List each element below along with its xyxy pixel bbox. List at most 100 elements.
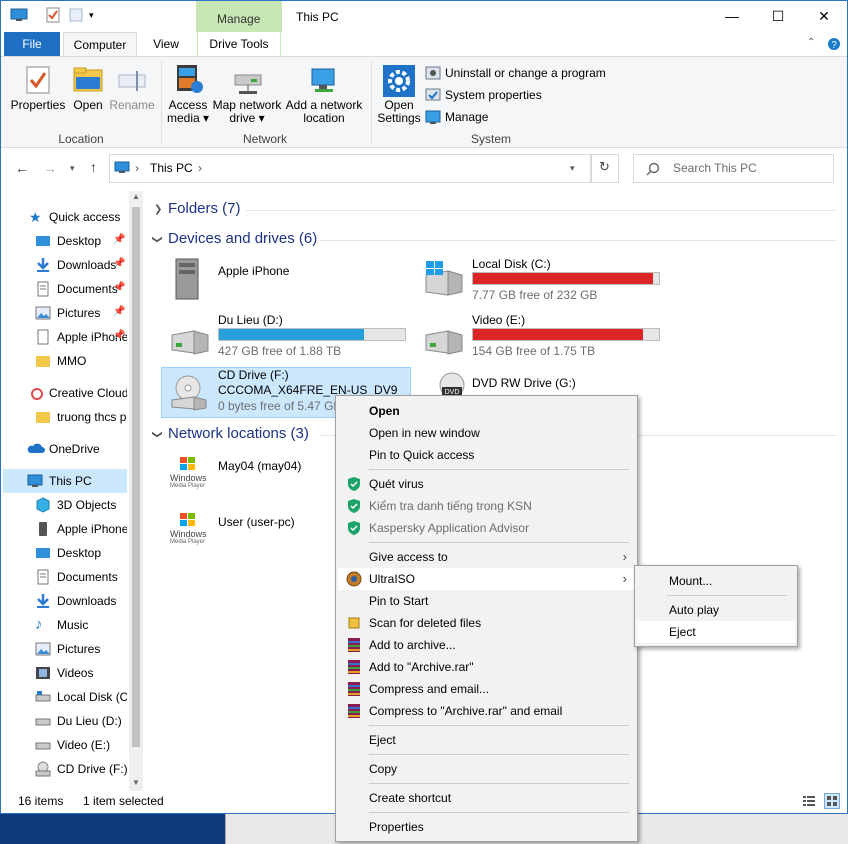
nav-creative-cloud[interactable]: Creative Cloud Files xyxy=(1,381,127,405)
drive-apple-iphone[interactable]: Apple iPhone xyxy=(166,255,406,307)
scroll-down-icon[interactable]: ▼ xyxy=(132,779,140,787)
menu-item-pin-start[interactable]: Pin to Start xyxy=(338,590,635,612)
menu-item-compress-rar-email[interactable]: Compress to "Archive.rar" and email xyxy=(338,700,635,722)
menu-item-open[interactable]: Open xyxy=(338,400,635,422)
back-arrow-icon[interactable]: ← xyxy=(15,161,29,175)
nav-item-du-lieu-d[interactable]: Du Lieu (D:) xyxy=(1,709,127,733)
menu-item-properties[interactable]: Properties xyxy=(338,816,635,838)
nav-item-music[interactable]: ♪ Music xyxy=(1,613,127,637)
nav-item-apple-iphone[interactable]: Apple iPhone 📌 xyxy=(1,325,127,349)
title-bar: ▾ Manage This PC — ☐ ✕ xyxy=(1,1,847,32)
recuva-icon xyxy=(346,615,362,631)
quick-access-dropdown-icon[interactable]: ▾ xyxy=(89,10,97,20)
submenu-item-mount[interactable]: Mount... xyxy=(637,570,795,592)
submenu-arrow-icon: › xyxy=(622,571,627,586)
collapse-ribbon-icon[interactable]: ⌃ xyxy=(807,38,817,48)
tiles-view-icon[interactable] xyxy=(824,793,840,809)
tab-view[interactable]: View xyxy=(141,32,191,56)
windows-drive-icon xyxy=(420,261,468,301)
search-box[interactable]: Search This PC xyxy=(633,154,834,183)
menu-item-open-new-window[interactable]: Open in new window xyxy=(338,422,635,444)
nav-item-downloads[interactable]: Downloads xyxy=(1,589,127,613)
close-button[interactable]: ✕ xyxy=(801,1,847,31)
nav-item-pictures[interactable]: Pictures 📌 xyxy=(1,301,127,325)
menu-item-add-archive-rar[interactable]: Add to "Archive.rar" xyxy=(338,656,635,678)
nav-scrollbar[interactable]: ▲ ▼ xyxy=(129,191,143,791)
recent-locations-icon[interactable]: ▾ xyxy=(70,163,80,173)
tab-drive-tools[interactable]: Drive Tools xyxy=(197,32,281,56)
menu-item-give-access[interactable]: Give access to › xyxy=(338,546,635,568)
properties-quick-icon[interactable] xyxy=(45,7,61,23)
maximize-button[interactable]: ☐ xyxy=(755,1,801,31)
desktop-icon xyxy=(35,545,51,561)
menu-item-ultraiso[interactable]: UltraISO › xyxy=(338,568,635,590)
folders-header[interactable]: Folders (7) xyxy=(168,200,241,217)
nav-item-cd-drive-f[interactable]: CD Drive (F:) xyxy=(1,757,127,781)
map-network-drive-button[interactable]: Map network drive ▾ xyxy=(211,63,283,129)
minimize-button[interactable]: — xyxy=(709,1,755,31)
open-button[interactable]: Open xyxy=(67,63,109,123)
context-menu: Open Open in new window Pin to Quick acc… xyxy=(335,395,638,842)
drive-local-disk-c[interactable]: Local Disk (C:) 7.77 GB free of 232 GB xyxy=(418,255,668,307)
menu-item-compress-email[interactable]: Compress and email... xyxy=(338,678,635,700)
nav-onedrive[interactable]: OneDrive xyxy=(1,437,127,461)
add-network-location-button[interactable]: Add a network location xyxy=(283,63,365,129)
nav-item-3d-objects[interactable]: 3D Objects xyxy=(1,493,127,517)
refresh-button[interactable]: ↻ xyxy=(591,154,619,183)
up-arrow-icon[interactable]: ↑ xyxy=(90,160,104,174)
system-properties-button[interactable]: System properties xyxy=(425,85,555,105)
menu-item-add-archive[interactable]: Add to archive... xyxy=(338,634,635,656)
forward-arrow-icon[interactable]: → xyxy=(43,161,57,175)
open-settings-button[interactable]: Open Settings xyxy=(375,63,423,129)
submenu-item-eject[interactable]: Eject xyxy=(637,621,795,643)
nav-item-downloads[interactable]: Downloads 📌 xyxy=(1,253,127,277)
scroll-up-icon[interactable]: ▲ xyxy=(132,193,140,201)
nav-item-local-disk-c[interactable]: Local Disk (C:) xyxy=(1,685,127,709)
manage-button[interactable]: Manage xyxy=(425,107,495,127)
menu-item-eject[interactable]: Eject xyxy=(338,729,635,751)
scroll-thumb[interactable] xyxy=(132,207,140,747)
nav-quick-access[interactable]: ★ Quick access xyxy=(1,205,127,229)
nav-item-videos[interactable]: Videos xyxy=(1,661,127,685)
nav-item-apple-iphone[interactable]: Apple iPhone xyxy=(1,517,127,541)
nav-truong-thcs[interactable]: truong thcs pho xyxy=(1,405,127,429)
menu-item-pin-quick-access[interactable]: Pin to Quick access xyxy=(338,444,635,466)
submenu-item-auto-play[interactable]: Auto play xyxy=(637,599,795,621)
tab-computer[interactable]: Computer xyxy=(63,32,137,57)
menu-item-create-shortcut[interactable]: Create shortcut xyxy=(338,787,635,809)
devices-header[interactable]: Devices and drives (6) xyxy=(168,230,317,247)
nav-item-desktop[interactable]: Desktop 📌 xyxy=(1,229,127,253)
menu-item-kaspersky-advisor[interactable]: Kaspersky Application Advisor xyxy=(338,517,635,539)
nav-item-documents[interactable]: Documents xyxy=(1,565,127,589)
menu-item-copy[interactable]: Copy xyxy=(338,758,635,780)
network-drive-icon xyxy=(233,69,263,95)
drive-icon xyxy=(420,325,468,359)
network-locations-header[interactable]: Network locations (3) xyxy=(168,425,309,442)
menu-item-check-reputation[interactable]: Kiểm tra danh tiếng trong KSN xyxy=(338,495,635,517)
nav-item-video-e[interactable]: Video (E:) xyxy=(1,733,127,757)
access-media-button[interactable]: Access media ▾ xyxy=(165,63,211,129)
details-view-icon[interactable] xyxy=(802,794,816,808)
address-dropdown-icon[interactable]: ▾ xyxy=(570,163,580,173)
drive-du-lieu-d[interactable]: Du Lieu (D:) 427 GB free of 1.88 TB xyxy=(164,311,414,363)
chevron-down-icon[interactable]: ❯ xyxy=(152,430,163,438)
path-this-pc[interactable]: This PC xyxy=(150,161,193,175)
nav-item-desktop[interactable]: Desktop xyxy=(1,541,127,565)
drive-video-e[interactable]: Video (E:) 154 GB free of 1.75 TB xyxy=(418,311,668,363)
help-icon[interactable]: ? xyxy=(827,37,841,51)
address-bar[interactable]: › This PC › ▾ xyxy=(109,154,591,183)
uninstall-program-button[interactable]: Uninstall or change a program xyxy=(425,63,607,83)
star-icon: ★ xyxy=(29,209,42,225)
new-folder-quick-icon[interactable] xyxy=(68,7,84,23)
rename-button[interactable]: Rename xyxy=(109,63,155,123)
nav-item-documents[interactable]: Documents 📌 xyxy=(1,277,127,301)
nav-item-pictures[interactable]: Pictures xyxy=(1,637,127,661)
menu-item-scan-virus[interactable]: Quét virus xyxy=(338,473,635,495)
tab-file[interactable]: File xyxy=(4,32,60,56)
menu-item-scan-deleted[interactable]: Scan for deleted files xyxy=(338,612,635,634)
properties-button[interactable]: Properties xyxy=(9,63,67,123)
nav-this-pc[interactable]: This PC xyxy=(3,469,127,493)
chevron-right-icon[interactable]: ❯ xyxy=(154,204,162,215)
nav-item-mmo[interactable]: MMO xyxy=(1,349,127,373)
chevron-down-icon[interactable]: ❯ xyxy=(152,235,163,243)
